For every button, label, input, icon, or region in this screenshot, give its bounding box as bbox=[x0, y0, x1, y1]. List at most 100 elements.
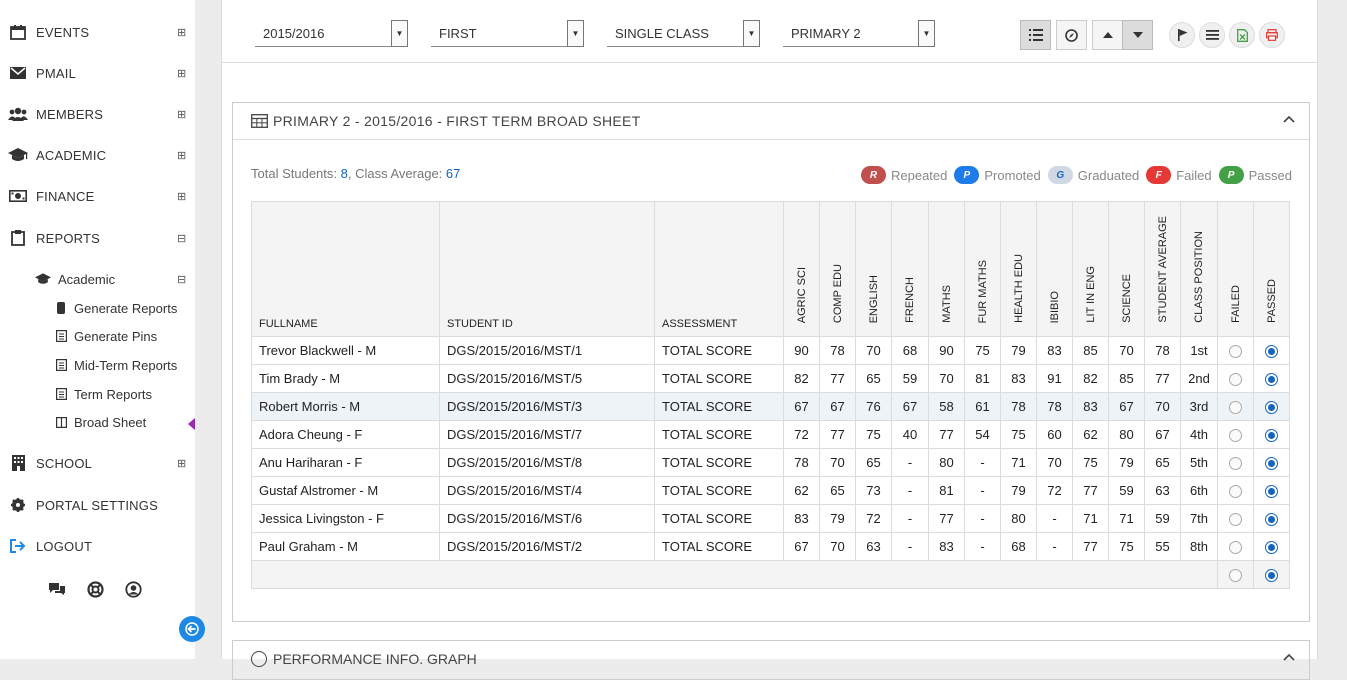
sidebar-item-reports[interactable]: REPORTS ⊟ bbox=[0, 223, 195, 253]
sidebar-item-finance[interactable]: FINANCE ⊞ bbox=[0, 181, 195, 211]
radio-unselected[interactable] bbox=[1229, 373, 1242, 387]
radio-unselected[interactable] bbox=[1229, 457, 1242, 471]
column-header: FRENCH bbox=[891, 201, 929, 337]
expand-icon[interactable]: ⊞ bbox=[177, 457, 186, 470]
score-cell: 77 bbox=[928, 420, 965, 449]
expand-icon[interactable]: ⊞ bbox=[177, 190, 186, 203]
columns-icon bbox=[54, 415, 68, 429]
table-row[interactable]: Adora Cheung - F DGS/2015/2016/MST/7 TOTAL… bbox=[251, 420, 1290, 449]
score-cell: 75 bbox=[1072, 448, 1109, 477]
clock-icon bbox=[251, 651, 267, 667]
pdf-icon bbox=[1266, 29, 1278, 41]
radio-selected[interactable] bbox=[1265, 429, 1278, 443]
radio-selected[interactable] bbox=[1265, 457, 1278, 471]
chevron-down-icon[interactable]: ▼ bbox=[743, 20, 760, 47]
panel-header[interactable]: PRIMARY 2 - 2015/2016 - FIRST TERM BROAD… bbox=[233, 103, 1309, 140]
expand-icon[interactable]: ⊞ bbox=[177, 149, 186, 162]
expand-icon[interactable]: ⊞ bbox=[177, 108, 186, 121]
student-id: DGS/2015/2016/MST/4 bbox=[439, 476, 655, 505]
term-select[interactable]: FIRST ▼ bbox=[431, 20, 584, 47]
session-select-value: 2015/2016 bbox=[263, 26, 325, 41]
table-row[interactable]: Trevor Blackwell - M DGS/2015/2016/MST/1 T… bbox=[251, 336, 1290, 365]
table-row[interactable]: Jessica Livingston - F DGS/2015/2016/MST/… bbox=[251, 504, 1290, 533]
menu-button[interactable] bbox=[1199, 22, 1225, 48]
radio-unselected[interactable] bbox=[1229, 429, 1242, 443]
radio-selected[interactable] bbox=[1265, 345, 1278, 359]
radio-unselected[interactable] bbox=[1229, 541, 1242, 555]
mode-select[interactable]: SINGLE CLASS ▼ bbox=[607, 20, 760, 47]
assessment: TOTAL SCORE bbox=[654, 448, 784, 477]
support-icon[interactable] bbox=[87, 581, 105, 599]
column-header-label: MATHS bbox=[940, 285, 953, 323]
chevron-up-icon[interactable] bbox=[1283, 115, 1295, 123]
column-header-label: SCIENCE bbox=[1120, 274, 1133, 323]
session-select[interactable]: 2015/2016 ▼ bbox=[255, 20, 408, 47]
graduation-cap-icon bbox=[34, 272, 52, 286]
table-row[interactable]: Tim Brady - M DGS/2015/2016/MST/5 TOTAL SC… bbox=[251, 364, 1290, 393]
score-cell: 85 bbox=[1108, 364, 1145, 393]
sidebar-link-generate-pins[interactable]: Generate Pins bbox=[54, 325, 157, 347]
column-header: COMP EDU bbox=[819, 201, 856, 337]
radio-selected[interactable] bbox=[1265, 373, 1278, 387]
column-header: AGRIC SCI bbox=[783, 201, 820, 337]
sidebar-item-events[interactable]: EVENTS ⊞ bbox=[0, 17, 195, 47]
list-view-button[interactable] bbox=[1020, 20, 1051, 50]
score-cell: 80 bbox=[1000, 504, 1037, 533]
chevron-down-icon[interactable]: ▼ bbox=[391, 20, 408, 47]
chevron-down-icon[interactable]: ▼ bbox=[918, 20, 935, 47]
sidebar-link-generate-reports[interactable]: Generate Reports bbox=[54, 297, 177, 319]
table-row[interactable]: Robert Morris - M DGS/2015/2016/MST/3 TOTA… bbox=[251, 392, 1290, 421]
column-header: HEALTH EDU bbox=[1000, 201, 1037, 337]
column-header-label: CLASS POSITION bbox=[1193, 231, 1205, 323]
radio-cell bbox=[1253, 560, 1290, 589]
sidebar-item-pmail[interactable]: PMAIL ⊞ bbox=[0, 58, 195, 88]
score-cell: 65 bbox=[855, 364, 892, 393]
chevron-up-icon[interactable] bbox=[1283, 653, 1295, 661]
sort-down-button[interactable] bbox=[1122, 20, 1153, 50]
radio-cell bbox=[1253, 392, 1290, 421]
sidebar-item-members[interactable]: MEMBERS ⊞ bbox=[0, 99, 195, 129]
sort-up-button[interactable] bbox=[1092, 20, 1123, 50]
sidebar-link-broad-sheet[interactable]: Broad Sheet bbox=[54, 411, 146, 433]
flag-button[interactable] bbox=[1169, 22, 1195, 48]
class-select[interactable]: PRIMARY 2 ▼ bbox=[783, 20, 935, 47]
sidebar-item-portal-settings[interactable]: PORTAL SETTINGS bbox=[0, 490, 195, 520]
collapse-sidebar-button[interactable] bbox=[179, 616, 205, 642]
student-name: Trevor Blackwell - M bbox=[251, 336, 440, 365]
table-row[interactable]: Paul Graham - M DGS/2015/2016/MST/2 TOTAL … bbox=[251, 532, 1290, 561]
export-pdf-button[interactable] bbox=[1259, 22, 1285, 48]
sidebar-link-mid-term-reports[interactable]: Mid-Term Reports bbox=[54, 354, 177, 376]
score-cell: 59 bbox=[1108, 476, 1145, 505]
table-row[interactable]: Gustaf Alstromer - M DGS/2015/2016/MST/4 T… bbox=[251, 476, 1290, 505]
sidebar-link-term-reports[interactable]: Term Reports bbox=[54, 383, 152, 405]
user-circle-icon[interactable] bbox=[125, 581, 143, 599]
score-cell: - bbox=[1036, 504, 1073, 533]
expand-icon[interactable]: ⊞ bbox=[177, 26, 186, 39]
sidebar-subitem-academic[interactable]: Academic ⊟ bbox=[34, 268, 195, 290]
sidebar-item-school[interactable]: SCHOOL ⊞ bbox=[0, 448, 195, 478]
collapse-icon[interactable]: ⊟ bbox=[177, 232, 186, 245]
radio-selected[interactable] bbox=[1265, 541, 1278, 555]
sidebar-item-logout[interactable]: LOGOUT bbox=[0, 531, 195, 561]
radio-unselected[interactable] bbox=[1229, 345, 1242, 359]
student-name: Anu Hariharan - F bbox=[251, 448, 440, 477]
radio-selected[interactable] bbox=[1265, 569, 1278, 583]
chat-icon[interactable] bbox=[48, 581, 66, 599]
calendar-icon bbox=[8, 24, 28, 40]
collapse-icon[interactable]: ⊟ bbox=[177, 273, 186, 286]
performance-graph-panel[interactable]: PERFORMANCE INFO. GRAPH bbox=[232, 640, 1310, 680]
compass-button[interactable] bbox=[1056, 20, 1087, 50]
radio-unselected[interactable] bbox=[1229, 485, 1242, 499]
radio-unselected[interactable] bbox=[1229, 513, 1242, 527]
radio-unselected[interactable] bbox=[1229, 401, 1242, 415]
radio-selected[interactable] bbox=[1265, 485, 1278, 499]
sidebar-item-academic[interactable]: ACADEMIC ⊞ bbox=[0, 140, 195, 170]
radio-selected[interactable] bbox=[1265, 513, 1278, 527]
export-excel-button[interactable] bbox=[1229, 22, 1255, 48]
table-row[interactable]: Anu Hariharan - F DGS/2015/2016/MST/8 TOTA… bbox=[251, 448, 1290, 477]
expand-icon[interactable]: ⊞ bbox=[177, 67, 186, 80]
score-cell: 40 bbox=[891, 420, 929, 449]
radio-selected[interactable] bbox=[1265, 401, 1278, 415]
chevron-down-icon[interactable]: ▼ bbox=[567, 20, 584, 47]
radio-unselected[interactable] bbox=[1229, 569, 1242, 583]
